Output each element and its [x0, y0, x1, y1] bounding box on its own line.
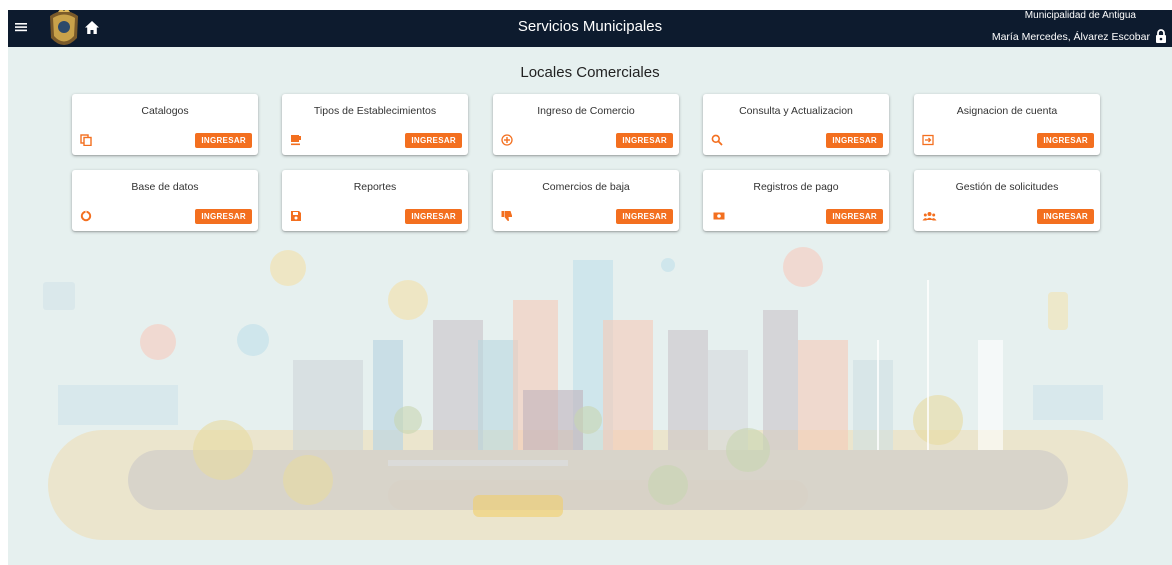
donut-icon: [80, 210, 92, 222]
municipality-name: Municipalidad de Antigua: [1024, 10, 1136, 21]
card-title: Tipos de Establecimientos: [313, 105, 437, 117]
card-title: Ingreso de Comercio: [537, 105, 635, 117]
card-consulta-y-actualizacion: Consulta y Actualizacion INGRESAR: [703, 94, 889, 155]
save-icon: [291, 211, 301, 221]
card-title: Registros de pago: [753, 181, 839, 193]
card-catalogos: Catalogos INGRESAR: [72, 94, 258, 155]
section-title: Locales Comerciales: [520, 64, 660, 81]
card-gestion-de-solicitudes: Gestión de solicitudes INGRESAR: [914, 170, 1100, 231]
municipal-crest-logo: [50, 10, 78, 45]
home-icon[interactable]: [83, 19, 101, 37]
coffee-icon: [291, 135, 301, 146]
top-app-bar: Servicios Municipales Municipalidad de A…: [8, 10, 1172, 47]
add-circle-icon: [501, 134, 513, 146]
ingresar-button[interactable]: INGRESAR: [195, 209, 252, 224]
thumb-down-icon: [501, 211, 512, 221]
card-title: Reportes: [353, 181, 397, 193]
ingresar-button[interactable]: INGRESAR: [616, 209, 673, 224]
ingresar-button[interactable]: INGRESAR: [195, 133, 252, 148]
module-card-grid: Catalogos INGRESAR Tipos de Establecimie…: [72, 94, 1112, 234]
user-name: María Mercedes, Álvarez Escobar: [991, 31, 1150, 43]
menu-icon[interactable]: [14, 20, 28, 34]
ingresar-button[interactable]: INGRESAR: [826, 209, 883, 224]
money-icon: [713, 212, 725, 220]
card-title: Asignacion de cuenta: [956, 105, 1058, 117]
app-frame: Servicios Municipales Municipalidad de A…: [8, 10, 1172, 565]
ingresar-button[interactable]: INGRESAR: [1037, 133, 1094, 148]
card-ingreso-de-comercio: Ingreso de Comercio INGRESAR: [493, 94, 679, 155]
card-title: Consulta y Actualizacion: [739, 105, 853, 117]
card-asignacion-de-cuenta: Asignacion de cuenta INGRESAR: [914, 94, 1100, 155]
card-title: Gestión de solicitudes: [955, 181, 1059, 193]
ingresar-button[interactable]: INGRESAR: [826, 133, 883, 148]
card-comercios-de-baja: Comercios de baja INGRESAR: [493, 170, 679, 231]
search-icon: [711, 134, 723, 146]
card-title: Comercios de baja: [542, 181, 630, 193]
card-tipos-de-establecimientos: Tipos de Establecimientos INGRESAR: [282, 94, 468, 155]
ingresar-button[interactable]: INGRESAR: [1037, 209, 1094, 224]
input-icon: [922, 134, 934, 146]
ingresar-button[interactable]: INGRESAR: [616, 133, 673, 148]
card-title: Catalogos: [141, 105, 189, 117]
ingresar-button[interactable]: INGRESAR: [405, 209, 462, 224]
card-registros-de-pago: Registros de pago INGRESAR: [703, 170, 889, 231]
card-title: Base de datos: [131, 181, 199, 193]
lock-icon[interactable]: [1154, 28, 1168, 44]
copy-icon: [80, 134, 92, 146]
group-icon: [922, 212, 937, 221]
card-reportes: Reportes INGRESAR: [282, 170, 468, 231]
card-base-de-datos: Base de datos INGRESAR: [72, 170, 258, 231]
ingresar-button[interactable]: INGRESAR: [405, 133, 462, 148]
